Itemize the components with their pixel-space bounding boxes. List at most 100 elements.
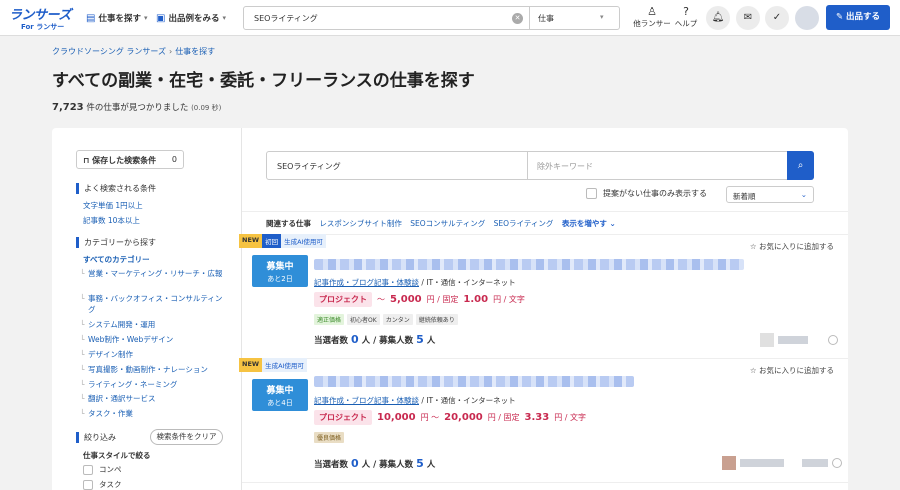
- logo-text: ランサーズ: [9, 8, 71, 23]
- clear-filters-button[interactable]: 検索条件をクリア: [150, 429, 223, 445]
- avatar[interactable]: [795, 6, 819, 30]
- recruits-label: 募集人数: [379, 336, 414, 346]
- client-name-blurred: [740, 459, 784, 467]
- breadcrumb-home[interactable]: クラウドソーシング ランサーズ: [52, 47, 166, 56]
- category-link[interactable]: 記事作成・ブログ記事・体験談: [314, 278, 419, 287]
- filter-heading: 絞り込み: [76, 432, 116, 443]
- style-checkbox[interactable]: タスク: [83, 479, 122, 490]
- pencil-icon: ✎: [835, 12, 847, 22]
- job-card[interactable]: NEW 初回 生成AI使用可 ☆ お気に入りに追加する 募集中 あと2日 記事作成・ブ…: [239, 234, 848, 359]
- category-item[interactable]: └ ライティング・ネーミング: [80, 379, 228, 390]
- avatar: [722, 456, 736, 470]
- job-title-blurred[interactable]: [314, 259, 744, 270]
- search-icon[interactable]: ⌕: [787, 151, 814, 180]
- nav-find-work[interactable]: ▤ 仕事を探す ▾: [86, 12, 148, 25]
- feature-tag: カンタン: [382, 314, 413, 325]
- category-item[interactable]: └ 写真撮影・動画制作・ナレーション: [80, 364, 228, 375]
- mail-icon[interactable]: ✉: [736, 6, 760, 30]
- chevron-right-icon: ›: [168, 47, 173, 56]
- exclude-keyword-input[interactable]: 除外キーワード: [537, 161, 593, 172]
- category-label: 写真撮影・動画制作・ナレーション: [88, 365, 208, 374]
- unit-text: 人: [426, 336, 436, 346]
- status-badge: 募集中 あと2日: [252, 255, 308, 287]
- lancers-logo[interactable]: ランサーズ For ランサー: [9, 4, 77, 32]
- ai-allowed-tag: 生成AI使用可: [281, 234, 326, 248]
- no-proposal-filter[interactable]: 提案がない仕事のみ表示する: [586, 188, 707, 199]
- search-input[interactable]: SEOライティング: [254, 13, 318, 24]
- saved-count: 0: [171, 155, 177, 164]
- bell-icon[interactable]: 🔔︎: [706, 6, 730, 30]
- checkbox[interactable]: [83, 479, 93, 490]
- related-link[interactable]: SEOライティング: [494, 219, 554, 228]
- related-link[interactable]: SEOコンサルティング: [410, 219, 485, 228]
- job-price: プロジェクト 10,000 円 〜 20,000 円 / 固定 3.33 円 / 文字: [314, 410, 586, 425]
- sort-select[interactable]: 新着順 ⌄: [726, 186, 814, 203]
- client-info[interactable]: [722, 456, 842, 470]
- unit-text: 人: [361, 336, 371, 346]
- industry-text: IT・通信・インターネット: [426, 396, 516, 405]
- chevron-down-icon: ▾: [222, 14, 226, 22]
- favorite-button[interactable]: ☆ お気に入りに追加する: [750, 365, 834, 376]
- nav-listings[interactable]: ▣ 出品例をみる ▾: [156, 12, 226, 25]
- feature-tag: 継続依頼あり: [415, 314, 458, 325]
- category-label: タスク・作業: [88, 409, 133, 418]
- category-item[interactable]: └ デザイン制作: [80, 349, 228, 360]
- remaining-days: あと4日: [267, 399, 293, 407]
- show-more-button[interactable]: 表示を増やす ⌄: [562, 219, 616, 228]
- checkbox[interactable]: [83, 464, 93, 475]
- related-heading: 関連する仕事: [266, 219, 311, 228]
- results-main: SEOライティング 除外キーワード ⌕ 提案がない仕事のみ表示する 新着順 ⌄ 関…: [239, 128, 848, 490]
- ai-allowed-tag: 生成AI使用可: [262, 358, 307, 372]
- category-item[interactable]: └ システム開発・運用: [80, 319, 228, 330]
- category-item[interactable]: └ Web制作・Webデザイン: [80, 334, 228, 345]
- frequent-link[interactable]: 記事数 10本以上: [83, 215, 140, 226]
- new-tag: NEW: [239, 358, 263, 372]
- bookmark-icon: ⊓: [83, 156, 93, 165]
- star-icon: ☆: [749, 242, 759, 251]
- winners-label: 当選者数: [314, 336, 349, 346]
- winners-label: 当選者数: [314, 460, 349, 470]
- checkbox[interactable]: [586, 188, 597, 199]
- search-category-select[interactable]: 仕事: [538, 13, 554, 24]
- post-button[interactable]: ✎ 出品する: [826, 5, 890, 30]
- client-name-blurred: [778, 336, 808, 344]
- favorite-label: お気に入りに追加する: [759, 366, 834, 375]
- style-checkbox[interactable]: コンペ: [83, 464, 122, 475]
- remaining-days: あと2日: [267, 275, 293, 283]
- related-link[interactable]: レスポンシブサイト制作: [319, 219, 402, 228]
- star-icon: ☆: [749, 366, 759, 375]
- site-header: ランサーズ For ランサー ▤ 仕事を探す ▾ ▣ 出品例をみる ▾ SEOラ…: [0, 0, 900, 36]
- breadcrumb-find-work[interactable]: 仕事を探す: [175, 47, 215, 56]
- favorite-button[interactable]: ☆ お気に入りに追加する: [750, 241, 834, 252]
- feature-tags: 優良価格: [314, 432, 345, 443]
- block-icon[interactable]: [832, 458, 842, 468]
- saved-searches-button[interactable]: ⊓ 保存した検索条件 0: [76, 150, 184, 169]
- client-info[interactable]: [760, 333, 838, 347]
- category-item[interactable]: └ 翻訳・通訳サービス: [80, 393, 228, 404]
- job-counters: 当選者数 0 人 / 募集人数 5 人: [314, 333, 436, 346]
- category-item[interactable]: └ 営業・マーケティング・リサーチ・広報: [80, 268, 228, 279]
- help-link[interactable]: ? ヘルプ: [666, 5, 706, 29]
- job-title-blurred[interactable]: [314, 376, 634, 387]
- category-label: 事務・バックオフィス・コンサルティング: [88, 294, 223, 314]
- keyword-input[interactable]: SEOライティング: [277, 161, 341, 172]
- block-icon[interactable]: [828, 335, 838, 345]
- chevron-down-icon: ▾: [143, 14, 148, 22]
- category-all[interactable]: すべてのカテゴリー: [83, 254, 150, 265]
- job-card[interactable]: NEW 生成AI使用可 ☆ お気に入りに追加する 募集中あと4日 記事作成・ブログ…: [239, 358, 848, 483]
- job-counters: 当選者数 0 人 / 募集人数 5 人: [314, 457, 436, 470]
- status-text: 募集中: [266, 386, 294, 396]
- help-icon: ?: [683, 5, 689, 18]
- result-text: 件の仕事が見つかりました: [86, 103, 189, 113]
- category-item[interactable]: └ 事務・バックオフィス・コンサルティング: [80, 293, 228, 315]
- clear-icon[interactable]: ✕: [512, 13, 523, 24]
- category-link[interactable]: 記事作成・ブログ記事・体験談: [314, 396, 419, 405]
- price-low: 10,000: [377, 412, 416, 423]
- keyword-search: SEOライティング 除外キーワード ⌕: [266, 151, 814, 180]
- job-category: 記事作成・ブログ記事・体験談 / IT・通信・インターネット: [314, 396, 516, 405]
- frequent-link[interactable]: 文字単価 1円以上: [83, 200, 143, 211]
- nav-listings-label: 出品例をみる: [168, 14, 220, 24]
- clipboard-icon[interactable]: ✓: [765, 6, 789, 30]
- header-search: SEOライティング ✕ 仕事 ▾: [243, 6, 620, 30]
- category-item[interactable]: └ タスク・作業: [80, 408, 228, 419]
